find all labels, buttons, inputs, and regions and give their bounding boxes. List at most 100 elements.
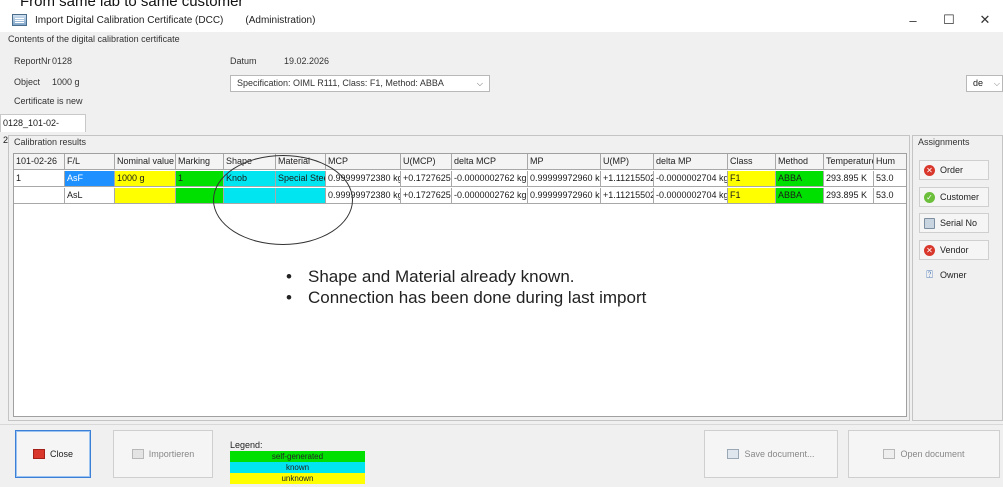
column-header[interactable]: Method [776, 154, 824, 170]
tab-certificate-file[interactable]: 0128_101-02-26_.dcc [0, 114, 86, 145]
person-icon: ⍰ [926, 268, 933, 281]
table-cell[interactable]: +1.11215502 [601, 188, 654, 204]
column-header[interactable]: delta MCP [452, 154, 528, 170]
table-cell[interactable]: AsF [65, 171, 115, 187]
header-group-title: Contents of the digital calibration cert… [8, 34, 180, 44]
table-cell[interactable]: 0.99999972960 kg [528, 171, 601, 187]
legend-title: Legend: [230, 440, 263, 450]
table-cell[interactable]: ABBA [776, 171, 824, 187]
save-document-button[interactable]: Save document... [704, 430, 838, 478]
certificate-status: Certificate is new [14, 96, 83, 106]
report-value: 0128 [52, 56, 73, 66]
open-label: Open document [900, 449, 965, 459]
customer-label: Customer [940, 192, 980, 202]
column-header[interactable]: 101-02-26 [14, 154, 65, 170]
column-header[interactable]: Temperature [824, 154, 874, 170]
import-label: Importieren [148, 449, 195, 459]
close-icon [32, 449, 45, 459]
table-cell[interactable]: +0.17276256 [401, 171, 452, 187]
table-cell[interactable]: 293.895 K [824, 188, 874, 204]
table-cell[interactable]: 53.0 [874, 188, 906, 204]
minimize-button[interactable]: – [895, 8, 931, 32]
table-cell[interactable]: AsL [65, 188, 115, 204]
chevron-down-icon: ⌵ [993, 79, 1000, 88]
maximize-button[interactable]: ☐ [931, 8, 967, 32]
bottom-toolbar: Close Importieren Legend: self-generated… [0, 424, 1003, 487]
column-header[interactable]: Class [728, 154, 776, 170]
open-document-icon [883, 449, 896, 459]
table-cell[interactable]: 1000 g [115, 171, 176, 187]
assignments-title: Assignments [918, 137, 970, 147]
table-cell[interactable]: -0.0000002762 kg [452, 188, 528, 204]
table-cell[interactable] [115, 188, 176, 204]
close-label: Close [49, 449, 73, 459]
document-icon [924, 217, 935, 229]
error-icon: ✕ [924, 244, 935, 256]
column-header[interactable]: U(MCP) [401, 154, 452, 170]
assignments-panel: Assignments ✕ Order ✓ Customer Serial No… [912, 135, 1003, 421]
vendor-label: Vendor [940, 245, 969, 255]
import-icon [131, 449, 144, 459]
vendor-button[interactable]: ✕ Vendor [919, 240, 989, 260]
app-icon [12, 14, 27, 26]
ok-icon: ✓ [924, 191, 935, 203]
save-icon [727, 449, 740, 459]
table-cell[interactable]: -0.0000002704 kg [654, 171, 728, 187]
legend-self-generated: self-generated [230, 451, 365, 462]
owner-button[interactable]: ⍰ Owner [919, 265, 989, 285]
object-label: Object [14, 77, 41, 87]
table-cell[interactable]: 0.99999972960 kg [528, 188, 601, 204]
column-header[interactable]: U(MP) [601, 154, 654, 170]
order-label: Order [940, 165, 964, 175]
table-cell[interactable]: +1.11215502 [601, 171, 654, 187]
date-label: Datum [230, 56, 257, 66]
save-label: Save document... [744, 449, 815, 459]
results-title: Calibration results [14, 137, 87, 147]
annotation-bullet: Shape and Material already known. [280, 266, 646, 287]
column-header[interactable]: Marking [176, 154, 224, 170]
serial-no-button[interactable]: Serial No [919, 213, 989, 233]
table-cell[interactable]: +0.17276256 [401, 188, 452, 204]
table-cell[interactable]: ABBA [776, 188, 824, 204]
title-bar: Import Digital Calibration Certificate (… [0, 8, 1003, 32]
specification-value: Specification: OIML R111, Class: F1, Met… [237, 78, 444, 88]
annotation-bullet: Connection has been done during last imp… [280, 287, 646, 308]
column-header[interactable]: F/L [65, 154, 115, 170]
close-button[interactable]: Close [15, 430, 91, 478]
window-title: Import Digital Calibration Certificate (… [35, 14, 224, 26]
column-header[interactable]: MP [528, 154, 601, 170]
legend-unknown: unknown [230, 473, 365, 484]
legend-known: known [230, 462, 365, 473]
close-window-button[interactable]: ✕ [967, 8, 1003, 32]
report-label: ReportNr [14, 56, 51, 66]
table-cell[interactable]: 1 [14, 171, 65, 187]
import-button[interactable]: Importieren [113, 430, 213, 478]
open-document-button[interactable]: Open document [848, 430, 1000, 478]
column-header[interactable]: Hum [874, 154, 906, 170]
column-header[interactable]: Nominal value [115, 154, 176, 170]
owner-label: Owner [940, 270, 967, 280]
table-cell[interactable]: 53.0 [874, 171, 906, 187]
window-subtitle: (Administration) [245, 14, 316, 26]
language-value: de [973, 78, 984, 88]
object-value: 1000 g [52, 77, 80, 87]
error-icon: ✕ [924, 164, 935, 176]
highlight-circle [213, 155, 353, 245]
table-cell[interactable]: -0.0000002704 kg [654, 188, 728, 204]
date-value: 19.02.2026 [284, 56, 330, 66]
order-button[interactable]: ✕ Order [919, 160, 989, 180]
chevron-down-icon: ⌵ [476, 79, 483, 88]
column-header[interactable]: delta MP [654, 154, 728, 170]
table-cell[interactable]: -0.0000002762 kg [452, 171, 528, 187]
table-cell[interactable] [14, 188, 65, 204]
language-select[interactable]: de ⌵ [966, 75, 1003, 92]
table-cell[interactable]: F1 [728, 171, 776, 187]
table-cell[interactable]: 293.895 K [824, 171, 874, 187]
certificate-header: Contents of the digital calibration cert… [0, 32, 1003, 113]
table-cell[interactable]: F1 [728, 188, 776, 204]
dcc-import-window: Import Digital Calibration Certificate (… [0, 8, 1003, 487]
serial-no-label: Serial No [940, 218, 978, 228]
specification-select[interactable]: Specification: OIML R111, Class: F1, Met… [230, 75, 490, 92]
customer-button[interactable]: ✓ Customer [919, 187, 989, 207]
column-header[interactable]: MCP [326, 154, 401, 170]
